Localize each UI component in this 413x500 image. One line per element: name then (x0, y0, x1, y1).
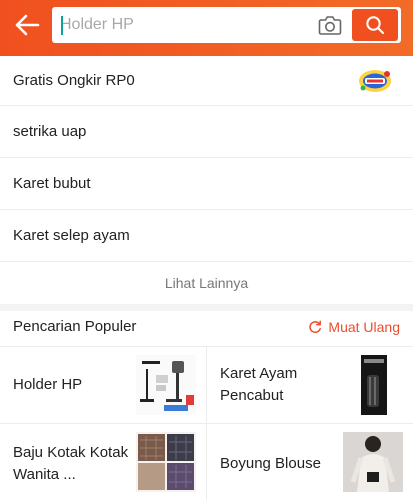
popular-search-header: Pencarian Populer Muat Ulang (0, 307, 413, 347)
popular-item[interactable]: Boyung Blouse (207, 424, 413, 500)
history-item-label: Karet selep ayam (13, 227, 130, 244)
search-box (52, 7, 401, 43)
product-thumbnail (343, 355, 403, 415)
popular-item[interactable]: Baju Kotak Kotak Wanita ... (0, 424, 207, 500)
popular-search-title: Pencarian Populer (13, 318, 137, 335)
history-item[interactable]: Karet selep ayam (0, 210, 413, 262)
history-item-label: Gratis Ongkir RP0 (13, 72, 135, 89)
product-thumbnail (136, 355, 196, 415)
popular-item-label: Karet Ayam Pencabut (220, 365, 298, 404)
popular-item-label: Baju Kotak Kotak Wanita ... (13, 443, 129, 483)
reload-button[interactable]: Muat Ulang (308, 319, 400, 335)
promo-badge-icon (359, 70, 391, 92)
history-item[interactable]: Karet bubut (0, 158, 413, 210)
product-thumbnail (343, 432, 403, 492)
see-more-button[interactable]: Lihat Lainnya (0, 262, 413, 304)
back-button[interactable] (8, 8, 46, 42)
history-item[interactable]: setrika uap (0, 106, 413, 158)
reload-label: Muat Ulang (328, 318, 400, 335)
search-icon (366, 16, 385, 35)
camera-button[interactable] (315, 11, 345, 39)
search-button[interactable] (352, 9, 398, 41)
popular-item[interactable]: Holder HP (0, 347, 207, 423)
popular-item-label: Boyung Blouse (220, 454, 321, 472)
search-history: Gratis Ongkir RP0 setrika uap Karet bubu… (0, 56, 413, 311)
grid-row: Holder HP Karet Ayam Pencabut (0, 347, 413, 424)
top-bar (0, 0, 413, 56)
camera-icon (318, 15, 342, 35)
popular-item[interactable]: Karet Ayam Pencabut (207, 347, 413, 423)
history-item-label: setrika uap (13, 123, 87, 140)
popular-item-label: Holder HP (13, 376, 83, 393)
history-item-label: Karet bubut (13, 175, 91, 192)
text-caret (61, 16, 63, 35)
search-input[interactable] (60, 7, 310, 43)
popular-search-grid: Holder HP Karet Ayam Pencabut Baju Kotak… (0, 347, 413, 500)
grid-row: Baju Kotak Kotak Wanita ... Boyung Blous… (0, 424, 413, 500)
product-thumbnail (136, 432, 196, 492)
history-item[interactable]: Gratis Ongkir RP0 (0, 56, 413, 106)
arrow-left-icon (15, 14, 40, 36)
refresh-icon (309, 319, 322, 333)
